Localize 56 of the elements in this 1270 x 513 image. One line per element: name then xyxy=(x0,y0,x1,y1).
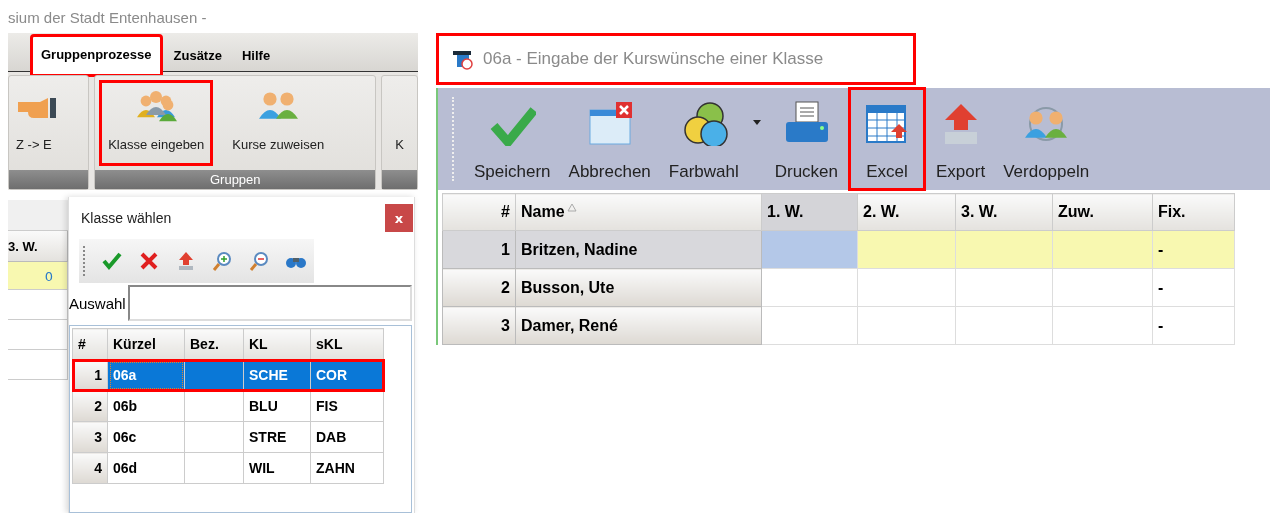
caret-icon[interactable] xyxy=(752,120,761,125)
group-label-bar xyxy=(382,170,417,189)
column-header: KL xyxy=(243,328,311,360)
ribbon-tab[interactable]: Gruppenprozesse xyxy=(30,34,163,77)
checkmark-icon[interactable] xyxy=(100,250,123,272)
column-header: sKL xyxy=(310,328,384,360)
field-label: Auswahl xyxy=(69,294,127,312)
table-cell: - xyxy=(1152,230,1235,269)
table-cell: Busson, Ute xyxy=(515,268,762,307)
ribbon-button[interactable]: Klasse eingeben xyxy=(99,80,214,166)
zoom-out-icon[interactable] xyxy=(248,250,271,272)
column-header[interactable]: 1. W. xyxy=(761,193,858,231)
window-title: 06a - Eingabe der Kurswünsche einer Klasse xyxy=(483,49,824,69)
column-header[interactable]: Name xyxy=(515,193,762,231)
dialog-title: Klasse wählen xyxy=(81,210,172,226)
ribbon-button[interactable]: Kurse zuweisen xyxy=(223,80,334,166)
toolbar-button[interactable]: Drucken xyxy=(766,87,847,191)
row-number: 1 xyxy=(442,230,516,269)
table-row[interactable]: 2 06b BLU FIS xyxy=(72,390,384,422)
toolbar-button[interactable]: Speichern xyxy=(466,87,559,191)
table-row[interactable]: 1 06a SCHE COR xyxy=(72,359,384,391)
column-header[interactable]: Fix. xyxy=(1152,193,1235,231)
group-label: Gruppen xyxy=(209,172,261,187)
zoom-in-icon[interactable] xyxy=(211,250,234,272)
column-header: 3. W. xyxy=(8,231,68,262)
row-number: 2 xyxy=(442,268,516,307)
ribbon-tab[interactable]: Hilfe xyxy=(232,37,280,72)
table-cell: Damer, René xyxy=(515,306,762,345)
column-header: Kürzel xyxy=(107,328,185,360)
column-header: # xyxy=(72,328,108,360)
grid-header-strip xyxy=(8,200,68,231)
toolbar-button[interactable]: Farbwahl xyxy=(660,87,747,191)
table-cell: - xyxy=(1152,268,1235,307)
table-row[interactable]: 3 06c STRE DAB xyxy=(72,421,384,453)
column-header[interactable]: 3. W. xyxy=(955,193,1053,231)
window-title: sium der Stadt Entenhausen - xyxy=(7,8,208,28)
ribbon-tab[interactable]: Zusätze xyxy=(164,37,231,72)
row-number: 3 xyxy=(442,306,516,345)
window-app-icon xyxy=(451,48,475,70)
ribbon-button[interactable]: Z -> E xyxy=(13,80,69,166)
table-cell: 0 xyxy=(8,262,68,290)
toolbar-button[interactable]: Abbrechen xyxy=(560,87,659,191)
table-row[interactable]: 4 06d WIL ZAHN xyxy=(72,452,384,484)
toolbar-button[interactable]: Verdoppeln xyxy=(995,87,1098,191)
search-field[interactable] xyxy=(127,285,412,321)
sort-triangle-icon xyxy=(566,203,577,212)
table-cell: - xyxy=(1152,306,1235,345)
toolbar-button[interactable]: Excel xyxy=(848,87,927,191)
close-button[interactable]: x xyxy=(385,204,413,232)
toolbar-button[interactable]: Export xyxy=(928,87,994,191)
ribbon-button[interactable]: K xyxy=(386,80,413,166)
column-header[interactable]: 2. W. xyxy=(857,193,956,231)
table-cell: Britzen, Nadine xyxy=(515,230,762,269)
column-header: Bez. xyxy=(184,328,244,360)
column-header[interactable]: # xyxy=(442,193,516,231)
column-header[interactable]: Zuw. xyxy=(1052,193,1153,231)
